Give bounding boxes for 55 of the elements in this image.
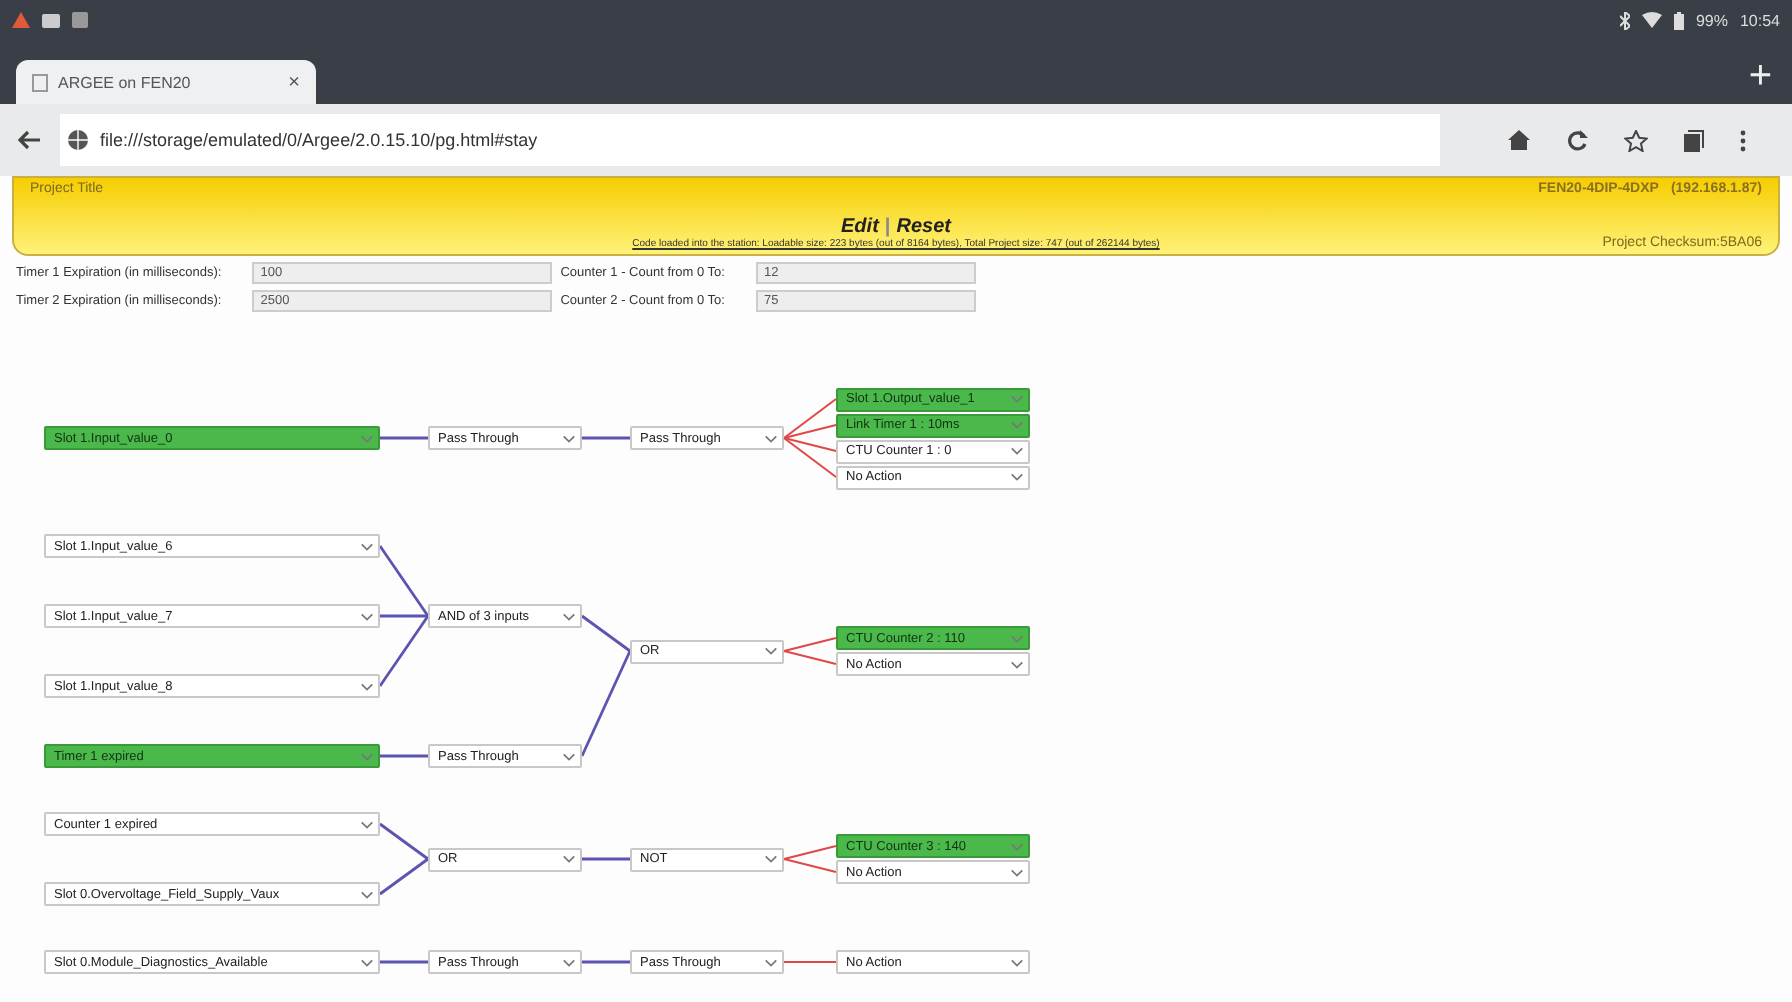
caret-icon (1010, 394, 1024, 404)
caret-icon (562, 433, 576, 443)
caret-icon (1010, 446, 1024, 456)
connector-line (380, 754, 428, 758)
caret-icon (562, 957, 576, 967)
caret-icon (360, 957, 374, 967)
tabs-icon[interactable] (1684, 129, 1704, 151)
caret-icon (764, 957, 778, 967)
connector-line (379, 822, 429, 861)
caret-icon (360, 819, 374, 829)
close-tab-button[interactable]: × (288, 71, 300, 93)
back-icon[interactable] (16, 130, 40, 150)
menu-icon[interactable] (1740, 129, 1746, 151)
home-icon[interactable] (1508, 130, 1530, 150)
reset-link[interactable]: Reset (896, 216, 951, 238)
caret-icon (1010, 867, 1024, 877)
edit-link[interactable]: Edit (841, 216, 879, 238)
caret-icon (1010, 659, 1024, 669)
caret-icon (562, 751, 576, 761)
caret-icon (360, 889, 374, 899)
caret-icon (562, 611, 576, 621)
connector-line (380, 960, 428, 964)
connector-line (582, 960, 630, 964)
caret-icon (1010, 472, 1024, 482)
caret-icon (562, 854, 576, 864)
caret-icon (764, 854, 778, 864)
bluetooth-icon (1619, 11, 1630, 29)
caret-icon (360, 433, 374, 443)
address-field[interactable]: file:///storage/emulated/0/Argee/2.0.15.10/pg.html#stay (60, 114, 1440, 166)
caret-icon (360, 541, 374, 551)
clock: 10:54 (1739, 11, 1780, 29)
caret-icon (764, 433, 778, 443)
caret-icon (360, 681, 374, 691)
separator: | (884, 216, 891, 238)
connector-line (582, 436, 630, 440)
caret-icon (360, 611, 374, 621)
page-icon (32, 73, 48, 91)
caret-icon (1010, 633, 1024, 643)
connector-line (582, 857, 630, 861)
caret-icon (360, 751, 374, 761)
caret-icon (1010, 957, 1024, 967)
battery-icon (1673, 11, 1684, 29)
battery-level: 99% (1695, 11, 1728, 29)
connector-line (783, 961, 837, 963)
caret-icon (1010, 420, 1024, 430)
caret-icon (764, 646, 778, 656)
new-tab-button[interactable]: + (1748, 56, 1772, 96)
caret-icon (1010, 841, 1024, 851)
connector-line (380, 436, 428, 440)
globe-icon (68, 130, 88, 150)
star-icon[interactable] (1624, 129, 1648, 151)
browser-tab[interactable]: ARGEE on FEN20 × (16, 60, 316, 104)
connector-line (379, 857, 429, 896)
wifi-icon (1641, 12, 1662, 28)
reload-icon[interactable] (1566, 129, 1588, 151)
